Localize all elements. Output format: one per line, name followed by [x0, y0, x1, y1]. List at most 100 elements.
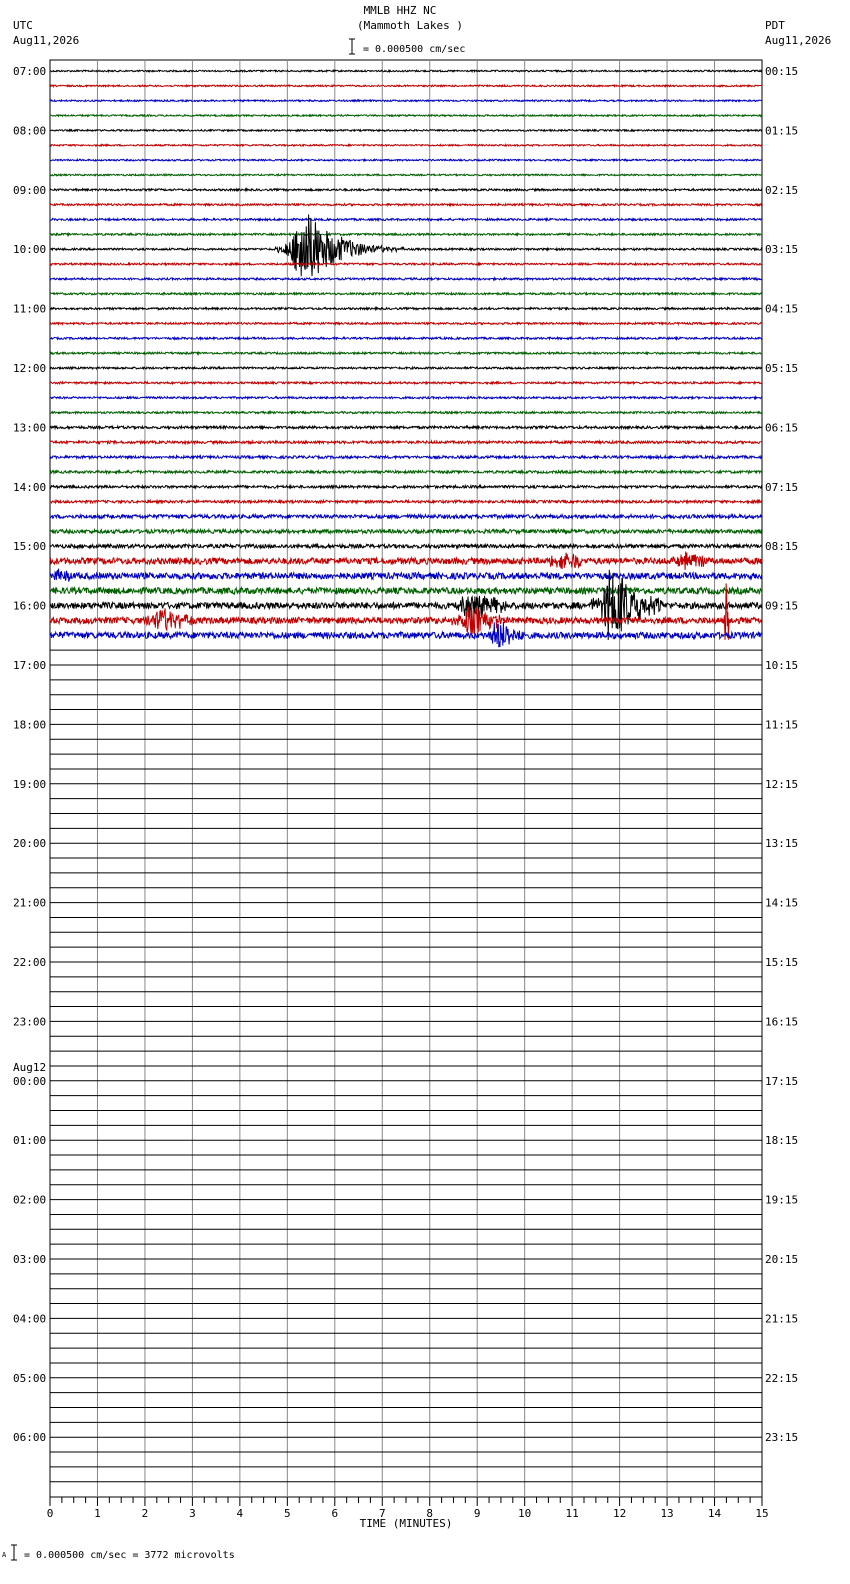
seismic-trace [49, 542, 763, 551]
left-hour-label: 12:00 [13, 362, 46, 375]
x-tick-label: 2 [142, 1507, 149, 1520]
footer-prefix: A [2, 1551, 7, 1559]
right-hour-label: 12:15 [765, 778, 798, 791]
footer-scale-note: = 0.000500 cm/sec = 3772 microvolts [24, 1550, 235, 1561]
left-hour-label: 17:00 [13, 659, 46, 672]
right-hour-label: 17:15 [765, 1075, 798, 1088]
left-hour-label: 06:00 [13, 1431, 46, 1444]
left-hour-label: 09:00 [13, 184, 46, 197]
seismic-trace [50, 113, 763, 118]
seismic-trace [50, 305, 763, 312]
right-hour-label: 03:15 [765, 243, 798, 256]
right-hour-label: 20:15 [765, 1253, 798, 1266]
x-tick-label: 11 [566, 1507, 579, 1520]
x-tick-label: 1 [94, 1507, 101, 1520]
station-location: (Mammoth Lakes ) [357, 19, 463, 32]
seismic-trace [49, 335, 763, 342]
left-hour-label: 10:00 [13, 243, 46, 256]
seismic-trace [49, 365, 763, 371]
left-hour-label: 15:00 [13, 540, 46, 553]
right-hour-label: 10:15 [765, 659, 798, 672]
seismic-trace [49, 621, 763, 648]
x-tick-label: 15 [755, 1507, 768, 1520]
left-hour-label: 03:00 [13, 1253, 46, 1266]
seismic-trace [49, 187, 763, 193]
plot-frame [49, 59, 763, 1498]
seismic-trace [49, 98, 763, 103]
x-tick-label: 13 [660, 1507, 673, 1520]
right-hour-label: 04:15 [765, 303, 798, 316]
x-tick-label: 9 [474, 1507, 481, 1520]
x-tick-label: 0 [47, 1507, 54, 1520]
right-hour-label: 06:15 [765, 421, 798, 434]
left-hour-label: 04:00 [13, 1312, 46, 1325]
right-hour-label: 02:15 [765, 184, 798, 197]
right-hour-label: 00:15 [765, 65, 798, 78]
x-tick-label: 4 [237, 1507, 244, 1520]
seismic-trace [49, 128, 763, 133]
right-hour-label: 19:15 [765, 1194, 798, 1207]
footer-scale-bar-icon [11, 1544, 17, 1561]
seismic-trace [49, 585, 763, 596]
left-hour-label: 14:00 [13, 481, 46, 494]
right-hour-label: 15:15 [765, 956, 798, 969]
seismic-trace [49, 498, 763, 505]
station-title: MMLB HHZ NC [363, 4, 437, 17]
scale-label: = 0.000500 cm/sec [363, 44, 466, 55]
right-timezone: PDT [765, 19, 785, 32]
seismic-trace [49, 569, 763, 641]
left-hour-label: 02:00 [13, 1194, 46, 1207]
left-hour-label: 20:00 [13, 837, 46, 850]
seismic-trace [49, 276, 763, 282]
right-hour-label: 07:15 [765, 481, 798, 494]
left-hour-label: 16:00 [13, 600, 46, 613]
seismic-trace [49, 83, 763, 89]
seismic-trace [49, 291, 763, 297]
left-hour-label: 23:00 [13, 1015, 46, 1028]
seismic-trace [49, 380, 763, 386]
right-hour-label: 05:15 [765, 362, 798, 375]
left-date: Aug11,2026 [13, 34, 80, 47]
seismic-trace [49, 261, 763, 267]
right-hour-label: 01:15 [765, 124, 798, 137]
seismic-trace [49, 216, 763, 223]
right-date: Aug11,2026 [765, 34, 832, 47]
x-tick-label: 10 [518, 1507, 531, 1520]
right-hour-label: 11:15 [765, 718, 798, 731]
left-hour-label: 19:00 [13, 778, 46, 791]
x-tick-label: 6 [331, 1507, 338, 1520]
seismic-trace [49, 453, 763, 461]
seismic-trace [49, 424, 763, 431]
left-hour-label: 00:00 [13, 1075, 46, 1088]
seismic-trace [49, 350, 763, 356]
left-hour-label: 13:00 [13, 421, 46, 434]
right-hour-label: 14:15 [765, 897, 798, 910]
right-hour-label: 23:15 [765, 1431, 798, 1444]
left-hour-label: 05:00 [13, 1372, 46, 1385]
seismic-trace [49, 568, 763, 582]
seismic-trace [49, 172, 763, 178]
seismogram-plot: 07:00 08:00 09:00 10:00 11:00 12:00 13:00 14:00… [13, 59, 798, 1530]
seismic-trace [49, 512, 763, 521]
left-hour-label: 08:00 [13, 124, 46, 137]
right-hour-label: 21:15 [765, 1312, 798, 1325]
seismic-trace [49, 201, 763, 208]
seismic-trace [49, 157, 763, 163]
seismic-trace [49, 143, 762, 148]
right-hour-label: 22:15 [765, 1372, 798, 1385]
seismic-trace [49, 320, 763, 327]
x-tick-label: 12 [613, 1507, 626, 1520]
seismic-trace [49, 483, 763, 490]
right-hour-label: 08:15 [765, 540, 798, 553]
seismic-trace [49, 409, 763, 416]
seismic-trace [49, 439, 763, 446]
left-hour-label: 22:00 [13, 956, 46, 969]
right-hour-label: 18:15 [765, 1134, 798, 1147]
scale-bar-icon [349, 38, 355, 55]
x-axis-title: TIME (MINUTES) [360, 1517, 453, 1530]
date-change-label: Aug12 [13, 1061, 46, 1074]
left-hour-label: 01:00 [13, 1134, 46, 1147]
right-hour-label: 16:15 [765, 1015, 798, 1028]
x-tick-label: 3 [189, 1507, 196, 1520]
right-hour-label: 13:15 [765, 837, 798, 850]
